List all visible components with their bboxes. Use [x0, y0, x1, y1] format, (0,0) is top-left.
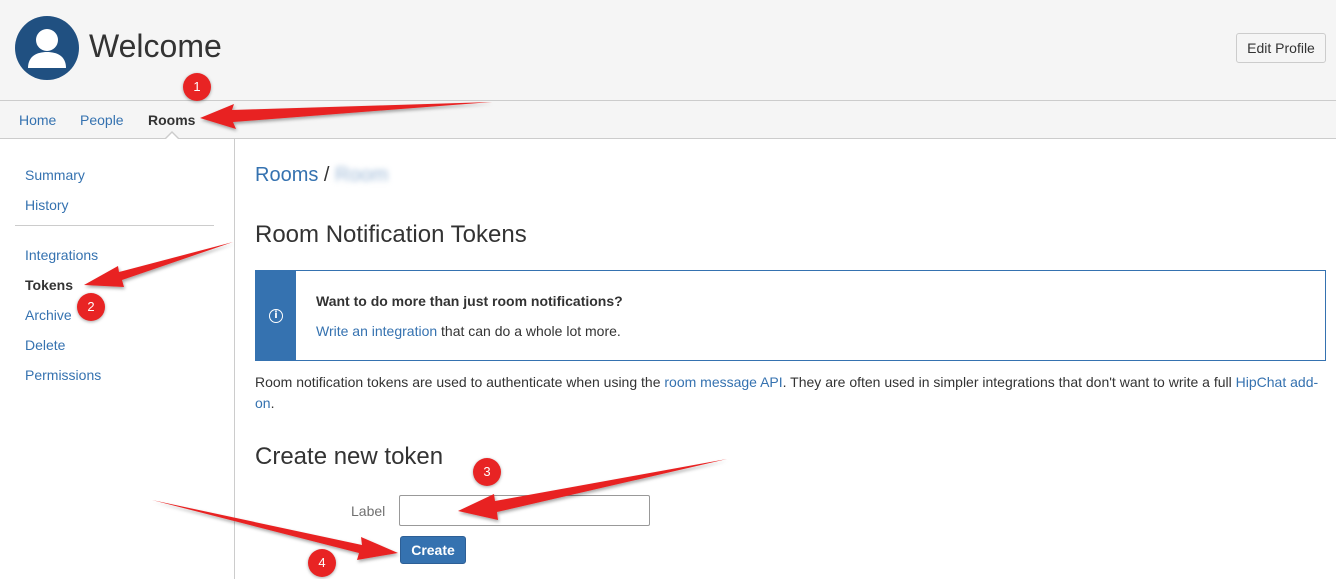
description-text-3: .: [270, 395, 275, 411]
nav-item-home[interactable]: Home: [19, 112, 56, 128]
annotation-badge-3: 3: [473, 458, 501, 486]
room-message-api-link[interactable]: room message API: [664, 374, 782, 390]
description-text-1: Room notification tokens are used to aut…: [255, 374, 661, 390]
sidebar-divider: [15, 225, 214, 226]
page-title: Welcome: [89, 28, 222, 64]
nav-item-rooms[interactable]: Rooms: [148, 112, 195, 128]
section-title: Room Notification Tokens: [255, 221, 527, 248]
sidebar-item-permissions[interactable]: Permissions: [25, 367, 101, 383]
sidebar-item-archive[interactable]: Archive: [25, 307, 72, 323]
sidebar-item-integrations[interactable]: Integrations: [25, 247, 98, 263]
info-body: Write an integration that can do a whole…: [316, 323, 621, 339]
annotation-badge-1: 1: [183, 73, 211, 101]
create-token-title: Create new token: [255, 443, 444, 470]
create-button[interactable]: Create: [400, 536, 466, 564]
label-input[interactable]: [399, 495, 650, 526]
info-strip: i: [256, 271, 296, 360]
user-icon: [28, 29, 66, 68]
info-heading: Want to do more than just room notificat…: [316, 293, 623, 309]
info-message: i Want to do more than just room notific…: [255, 270, 1326, 361]
annotation-badge-4: 4: [308, 549, 336, 577]
sidebar: Summary History Integrations Tokens Arch…: [0, 139, 235, 579]
sidebar-item-history[interactable]: History: [25, 197, 69, 213]
sidebar-item-delete[interactable]: Delete: [25, 337, 65, 353]
annotation-badge-2: 2: [77, 293, 105, 321]
write-integration-link[interactable]: Write an integration: [316, 323, 437, 339]
breadcrumb-current-room[interactable]: Room: [335, 164, 388, 186]
edit-profile-button[interactable]: Edit Profile: [1236, 33, 1326, 63]
breadcrumb-separator: /: [323, 164, 330, 186]
breadcrumb: Rooms / Room: [255, 164, 388, 187]
info-body-text: that can do a whole lot more.: [441, 323, 621, 339]
breadcrumb-rooms-link[interactable]: Rooms: [255, 164, 318, 186]
label-field-label: Label: [351, 503, 386, 519]
info-icon: i: [269, 309, 283, 323]
top-nav: Home People Rooms: [0, 100, 1336, 139]
sidebar-item-tokens[interactable]: Tokens: [25, 277, 73, 293]
tokens-description: Room notification tokens are used to aut…: [255, 372, 1327, 414]
sidebar-item-summary[interactable]: Summary: [25, 167, 85, 183]
description-text-2: . They are often used in simpler integra…: [782, 374, 1232, 390]
nav-item-people[interactable]: People: [80, 112, 124, 128]
avatar[interactable]: [15, 16, 79, 80]
